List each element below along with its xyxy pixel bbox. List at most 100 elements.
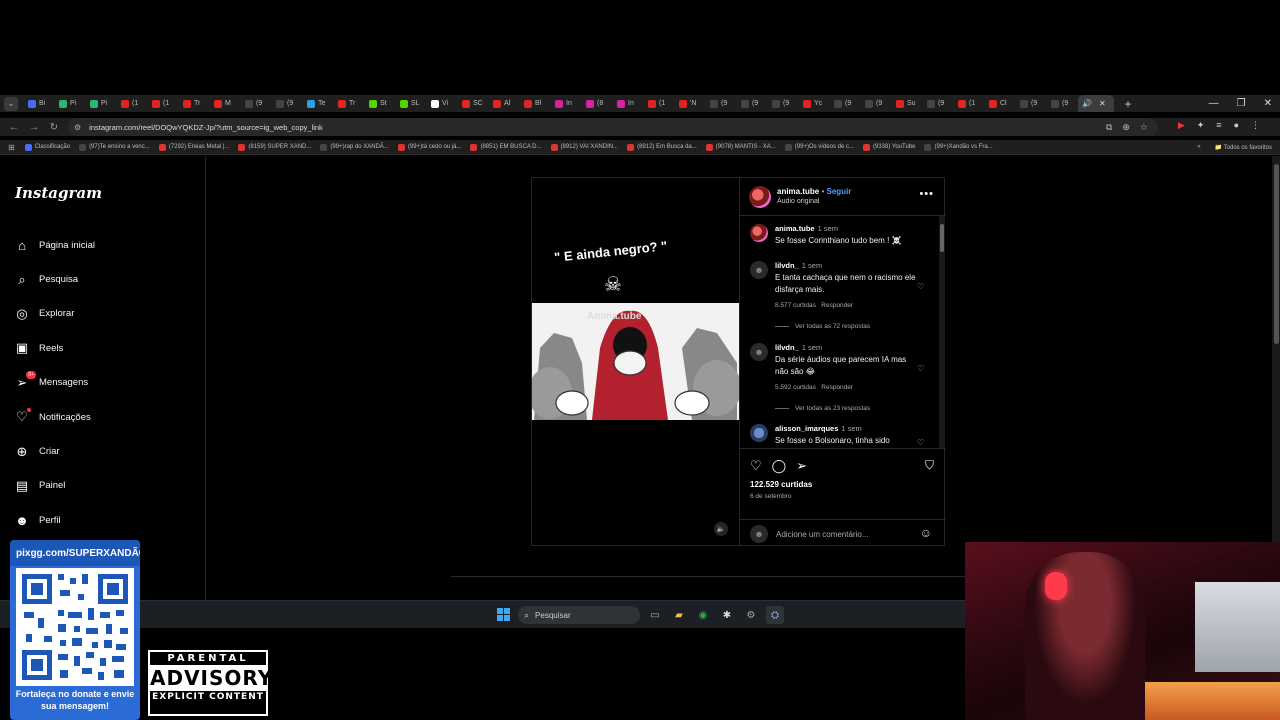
emoji-icon[interactable]: ☺: [920, 526, 932, 540]
site-info-icon[interactable]: ⚙: [74, 123, 81, 132]
comment-username[interactable]: lilvdn_: [775, 343, 799, 352]
apps-grid-icon[interactable]: ⊞: [8, 143, 15, 152]
bookmark-item[interactable]: (9078) MANTIS - XA...: [705, 143, 776, 151]
sidebar-item-explore[interactable]: ◎ Explorar: [14, 297, 95, 331]
browser-tab[interactable]: Pi: [86, 95, 117, 112]
browser-tab[interactable]: (9: [768, 95, 799, 112]
forward-icon[interactable]: →: [26, 119, 42, 135]
bookmark-item[interactable]: (7292) Enéas Metal |...: [158, 143, 229, 151]
bookmark-item[interactable]: (99+)Os vídeos de c...: [784, 143, 854, 151]
comment-username[interactable]: lilvdn_: [775, 261, 799, 270]
reload-icon[interactable]: ↻: [46, 119, 62, 135]
bookmark-item[interactable]: (8912) Em Busca da...: [627, 143, 697, 151]
page-scrollbar[interactable]: [1272, 156, 1280, 600]
author-username[interactable]: anima.tube: [777, 187, 819, 196]
minimize-icon[interactable]: —: [1209, 98, 1219, 109]
browser-tab[interactable]: Tr: [334, 95, 365, 112]
reel-video[interactable]: " E ainda negro? " ☠ Anima.tube 🔈: [532, 178, 739, 545]
taskbar-search[interactable]: ⌕ Pesquisar: [518, 606, 640, 624]
windows-start-icon[interactable]: [497, 608, 510, 621]
reading-list-icon[interactable]: ≡: [1216, 120, 1221, 131]
browser-tab[interactable]: (9: [861, 95, 892, 112]
comment-username[interactable]: anima.tube: [775, 224, 815, 233]
bookmark-item[interactable]: Classificação: [24, 143, 70, 151]
browser-tab[interactable]: Yc: [799, 95, 830, 112]
browser-tab[interactable]: In: [551, 95, 582, 112]
browser-tab[interactable]: Te: [303, 95, 334, 112]
follow-button[interactable]: Seguir: [827, 187, 852, 196]
new-tab-button[interactable]: +: [1120, 97, 1136, 111]
close-tab-icon[interactable]: ✕: [1099, 99, 1106, 108]
likes-count[interactable]: 122.529 curtidas: [750, 480, 812, 489]
bookmark-item[interactable]: (99+)Xandão vs Fra...: [924, 143, 993, 151]
comment-like-icon[interactable]: ♡: [917, 438, 924, 447]
comment-icon[interactable]: ◯: [772, 458, 787, 474]
browser-tab[interactable]: (1: [117, 95, 148, 112]
sidebar-item-home[interactable]: ⌂ Página inicial: [14, 228, 95, 262]
browser-tab[interactable]: (9: [706, 95, 737, 112]
url-field[interactable]: ⚙ instagram.com/reel/DOQwYQKDZ-Jp/?utm_s…: [68, 118, 1158, 136]
reply-button[interactable]: Responder: [821, 384, 853, 391]
sidebar-item-create[interactable]: ⊕ Criar: [14, 434, 95, 468]
browser-tab[interactable]: (1: [644, 95, 675, 112]
bookmark-item[interactable]: (9338) YouTube: [863, 143, 915, 151]
youtube-extension-icon[interactable]: ▶: [1178, 120, 1185, 131]
back-icon[interactable]: ←: [6, 119, 22, 135]
browser-tab[interactable]: (9: [923, 95, 954, 112]
bookmark-item[interactable]: (99+)tá cedo ou já...: [397, 143, 461, 151]
comment-username[interactable]: alisson_imarques: [775, 424, 838, 433]
bookmark-item[interactable]: (99+)rap do XANDÃ...: [320, 143, 389, 151]
browser-tab[interactable]: SC: [458, 95, 489, 112]
browser-tab[interactable]: Bl: [520, 95, 551, 112]
browser-tab[interactable]: Bi: [24, 95, 55, 112]
more-options-icon[interactable]: •••: [919, 188, 934, 200]
comment-like-icon[interactable]: ♡: [917, 282, 924, 291]
browser-tab[interactable]: Al: [489, 95, 520, 112]
browser-tab[interactable]: In: [613, 95, 644, 112]
active-browser-tab[interactable]: 🔊 ✕: [1078, 95, 1114, 112]
browser-tab[interactable]: Su: [892, 95, 923, 112]
sidebar-item-reels[interactable]: ▣ Reels: [14, 331, 95, 365]
browser-tab[interactable]: (8: [582, 95, 613, 112]
browser-tab[interactable]: (9: [830, 95, 861, 112]
sidebar-item-messages[interactable]: ➢ 9+ Mensagens: [14, 366, 95, 400]
comment-avatar[interactable]: [750, 224, 768, 242]
browser-tab[interactable]: Vi: [427, 95, 458, 112]
sidebar-item-notifications[interactable]: ♡ Notificações: [14, 400, 95, 434]
share-icon[interactable]: ➢: [796, 458, 807, 474]
install-app-icon[interactable]: ⧉: [1106, 122, 1112, 133]
comment-avatar[interactable]: ☻: [750, 343, 768, 361]
comments-scrollbar[interactable]: [939, 216, 945, 448]
comment-avatar[interactable]: [750, 424, 768, 442]
sidebar-item-dashboard[interactable]: ▤ Painel: [14, 469, 95, 503]
tab-search-button[interactable]: ⌄: [4, 96, 18, 111]
maximize-icon[interactable]: ❐: [1237, 98, 1246, 109]
file-explorer-icon[interactable]: ▰: [670, 606, 688, 624]
bookmark-item[interactable]: (97)Te ensino a venc...: [79, 143, 150, 151]
view-replies-button[interactable]: Ver todas as 23 respostas: [775, 405, 870, 412]
profile-avatar-icon[interactable]: ●: [1234, 120, 1239, 131]
browser-tab[interactable]: (1: [148, 95, 179, 112]
app-icon[interactable]: ✱: [718, 606, 736, 624]
menu-icon[interactable]: ⋮: [1251, 120, 1260, 131]
browser-tab[interactable]: (9: [1016, 95, 1047, 112]
browser-tab[interactable]: (9: [737, 95, 768, 112]
comment-input[interactable]: [776, 527, 906, 541]
save-icon[interactable]: ⛉: [925, 458, 934, 473]
reply-button[interactable]: Responder: [821, 302, 853, 309]
browser-tab[interactable]: St: [365, 95, 396, 112]
page-scroll-thumb[interactable]: [1274, 164, 1279, 344]
more-bookmarks-icon[interactable]: »: [1197, 144, 1200, 150]
browser-tab[interactable]: (9: [272, 95, 303, 112]
tab-audio-icon[interactable]: 🔊: [1082, 99, 1092, 108]
browser-tab[interactable]: SL: [396, 95, 427, 112]
browser-tab[interactable]: (9: [1047, 95, 1078, 112]
bookmark-item[interactable]: (8159) SUPER XAND...: [238, 143, 311, 151]
bookmark-item[interactable]: (8851) EM BUSCA D...: [470, 143, 542, 151]
sidebar-item-profile[interactable]: ☻ Perfil: [14, 503, 95, 537]
all-bookmarks-button[interactable]: 📁 Todos os favoritos: [1215, 144, 1272, 151]
steam-icon[interactable]: ⛭: [766, 606, 784, 624]
browser-tab[interactable]: 'N: [675, 95, 706, 112]
browser-tab[interactable]: (9: [241, 95, 272, 112]
comments-scroll-thumb[interactable]: [940, 224, 944, 252]
